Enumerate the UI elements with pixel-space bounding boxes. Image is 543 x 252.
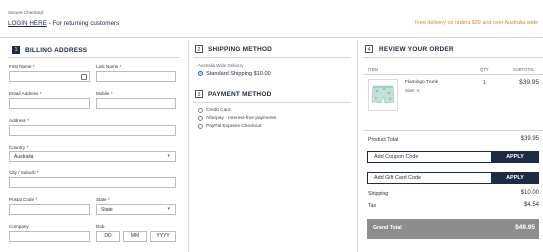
state-select[interactable]: State ▾ xyxy=(96,204,176,215)
col-qty-header: QTY xyxy=(480,67,489,72)
product-size: Size: 4 xyxy=(405,88,420,93)
column-divider-2 xyxy=(357,40,358,252)
col-item-header: ITEM xyxy=(368,67,379,72)
shipping-label: Shipping xyxy=(368,191,389,197)
coupon-apply-button[interactable]: APPLY xyxy=(491,151,539,163)
country-label: Country * xyxy=(9,145,29,150)
standard-shipping-radio[interactable] xyxy=(198,71,203,76)
grand-total-label: Grand Total xyxy=(373,225,402,231)
first-name-input[interactable] xyxy=(9,71,90,82)
login-here-link[interactable]: LOGIN HERE xyxy=(8,20,47,27)
table-header-divider xyxy=(363,74,543,75)
shipping-title: SHIPPING METHOD xyxy=(208,46,273,53)
payment-divider xyxy=(193,102,351,103)
coupon-code-placeholder: Add Coupon Code xyxy=(374,154,419,160)
postal-code-input[interactable] xyxy=(9,204,90,215)
product-total-label: Product Total xyxy=(368,137,399,143)
standard-shipping-label[interactable]: Standard Shipping $10.00 xyxy=(206,71,271,77)
country-value: Australia xyxy=(14,154,34,160)
secure-checkout-label: Secure Checkout xyxy=(8,10,44,15)
tax-value: $4.54 xyxy=(523,202,539,208)
email-input[interactable] xyxy=(9,98,90,109)
gift-card-placeholder: Add Gift Card Code xyxy=(374,175,422,181)
credit-card-radio[interactable] xyxy=(198,108,203,113)
email-label: Email Address * xyxy=(9,91,42,96)
shipping-group-label: Australia Wide Delivery xyxy=(198,63,244,68)
dob-label: Dob xyxy=(96,224,105,229)
shipping-value: $10.00 xyxy=(520,190,539,196)
state-value: State xyxy=(101,207,113,213)
dob-year-input[interactable]: YYYY xyxy=(150,231,176,242)
column-divider-1 xyxy=(188,40,189,252)
company-label: Company xyxy=(9,224,29,229)
state-label: State * xyxy=(96,197,110,202)
gift-card-input[interactable]: Add Gift Card Code xyxy=(367,172,492,184)
billing-step-number: 1 xyxy=(12,46,20,54)
dob-day-input[interactable]: DD xyxy=(96,231,120,242)
last-name-input[interactable] xyxy=(96,71,176,82)
top-divider xyxy=(0,37,543,38)
country-select[interactable]: Australia ▾ xyxy=(9,151,176,162)
product-total-value: $39.95 xyxy=(520,136,539,142)
shipping-divider xyxy=(193,57,351,58)
billing-divider xyxy=(8,57,180,58)
autofill-contact-icon[interactable] xyxy=(81,74,87,80)
paypal-label[interactable]: PayPal Express Checkout xyxy=(206,124,261,129)
chevron-down-icon: ▾ xyxy=(167,206,170,212)
tax-label: Tax xyxy=(368,203,377,209)
postal-code-label: Postal Code * xyxy=(9,197,38,202)
product-qty: 1 xyxy=(483,80,486,86)
dob-month-input[interactable]: MM xyxy=(123,231,147,242)
address-input[interactable] xyxy=(9,125,176,136)
address-label: Address * xyxy=(9,118,29,123)
coupon-code-input[interactable]: Add Coupon Code xyxy=(367,151,492,163)
billing-title: BILLING ADDRESS xyxy=(25,47,88,54)
shipping-step-number: 2 xyxy=(195,45,203,53)
gift-card-apply-button[interactable]: APPLY xyxy=(491,172,539,184)
payment-title: PAYMENT METHOD xyxy=(208,91,272,98)
chevron-down-icon: ▾ xyxy=(167,153,170,159)
first-name-label: First Name * xyxy=(9,64,35,69)
login-suffix: - For returning customers xyxy=(46,20,120,27)
afterpay-radio[interactable] xyxy=(198,116,203,121)
product-thumbnail[interactable] xyxy=(368,79,398,111)
paypal-radio[interactable] xyxy=(198,124,203,129)
city-label: City / Suburb * xyxy=(9,170,39,175)
payment-step-number: 3 xyxy=(195,90,203,98)
mobile-input[interactable] xyxy=(96,98,176,109)
free-delivery-banner: Free delivery on orders $99 and over Aus… xyxy=(414,20,538,26)
grand-total-bar: Grand Total $49.95 xyxy=(367,219,539,239)
mobile-label: Mobile * xyxy=(96,91,113,96)
last-name-label: Last Name * xyxy=(96,64,122,69)
review-step-number: 4 xyxy=(365,45,373,53)
city-input[interactable] xyxy=(9,177,176,188)
company-input[interactable] xyxy=(9,231,90,242)
items-divider xyxy=(363,130,543,131)
review-divider xyxy=(363,57,543,58)
credit-card-label[interactable]: Credit Card xyxy=(206,108,231,113)
afterpay-label[interactable]: Afterpay - Interest-free payments xyxy=(206,116,276,121)
grand-total-value: $49.95 xyxy=(515,224,535,231)
product-name[interactable]: Flamingo Trunk xyxy=(405,80,438,85)
swim-trunk-image xyxy=(371,85,395,104)
login-line: LOGIN HERE - For returning customers xyxy=(8,20,119,27)
review-title: REVIEW YOUR ORDER xyxy=(379,46,454,53)
col-subtotal-header: SUBTOTAL xyxy=(513,67,535,72)
product-price: $39.95 xyxy=(519,79,539,86)
